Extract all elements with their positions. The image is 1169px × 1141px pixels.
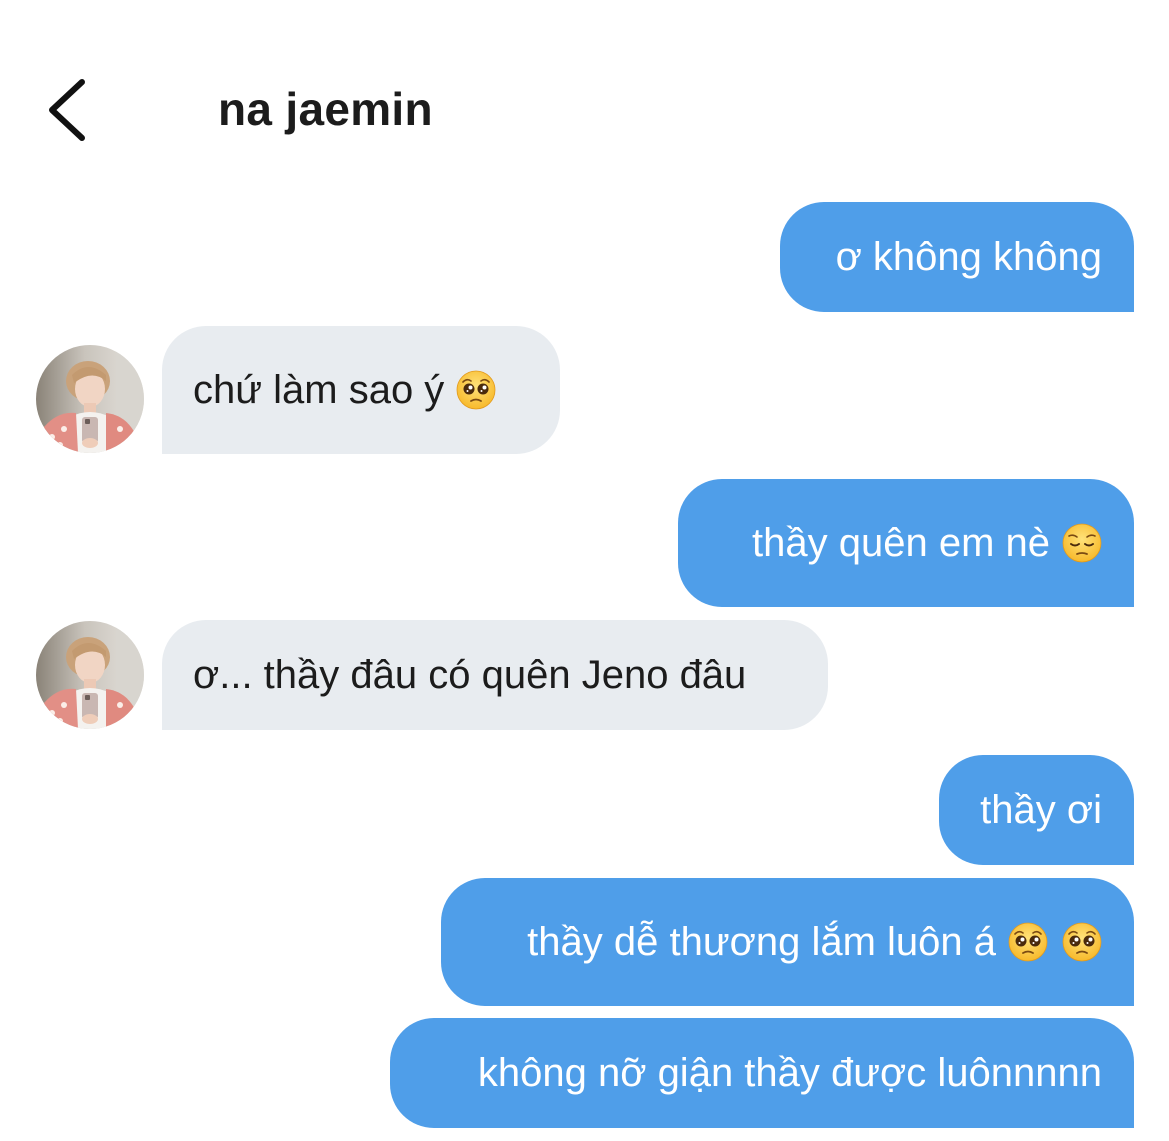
- chevron-left-icon: [49, 79, 85, 141]
- message-text: thầy dễ thương lắm luôn á: [527, 920, 996, 964]
- message-bubble-outgoing[interactable]: thầy dễ thương lắm luôn á: [441, 878, 1134, 1006]
- message-bubble-outgoing[interactable]: thầy quên em nè: [678, 479, 1134, 607]
- message-bubble-outgoing[interactable]: ơ không không: [780, 202, 1134, 312]
- message-bubble-incoming[interactable]: ơ... thầy đâu có quên Jeno đâu: [162, 620, 828, 730]
- message-text: thầy ơi: [980, 788, 1102, 832]
- message-text: ơ... thầy đâu có quên Jeno đâu: [193, 653, 747, 697]
- message-text: thầy quên em nè: [752, 521, 1050, 565]
- pleading-face-emoji: [1062, 922, 1102, 962]
- message-bubble-outgoing[interactable]: không nỡ giận thầy được luônnnnn: [390, 1018, 1134, 1128]
- avatar[interactable]: [36, 621, 144, 729]
- avatar[interactable]: [36, 345, 144, 453]
- message-text: không nỡ giận thầy được luônnnnn: [477, 1051, 1102, 1095]
- pleading-face-emoji: [456, 370, 496, 410]
- contact-name: na jaemin: [218, 83, 433, 135]
- back-button[interactable]: [36, 70, 96, 150]
- message-text: chứ làm sao ý: [193, 368, 445, 412]
- chat-header: na jaemin: [0, 0, 1169, 200]
- message-text: ơ không không: [835, 235, 1102, 279]
- pleading-face-emoji: [1008, 922, 1048, 962]
- message-bubble-incoming[interactable]: chứ làm sao ý: [162, 326, 560, 454]
- message-bubble-outgoing[interactable]: thầy ơi: [939, 755, 1134, 865]
- pensive-face-emoji: [1062, 523, 1102, 563]
